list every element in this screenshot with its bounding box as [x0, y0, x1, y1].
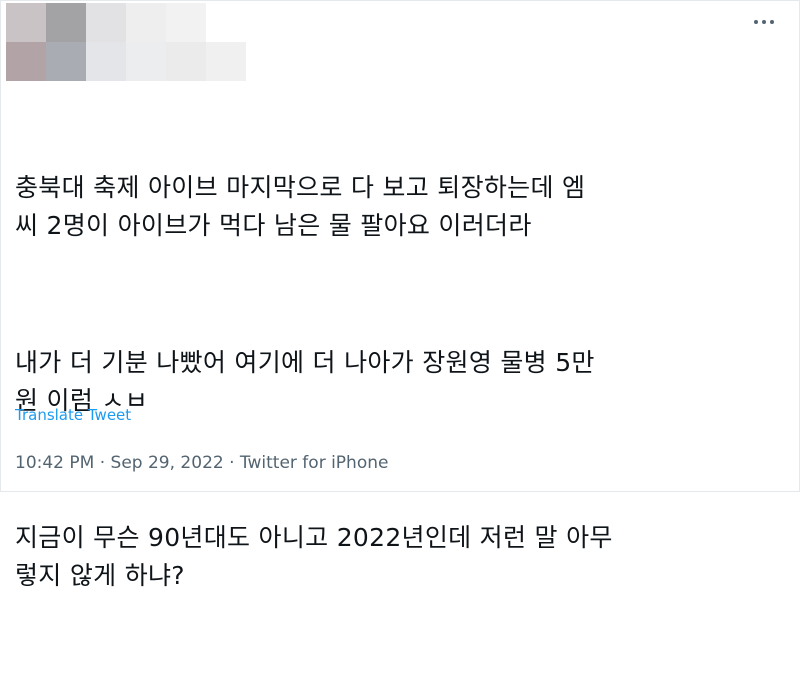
tweet-time[interactable]: 10:42 PM: [15, 453, 94, 473]
redacted-name-block: [166, 3, 206, 42]
meta-separator: ·: [229, 453, 240, 473]
tweet-paragraph: 지금이 무슨 90년대도 아니고 2022년인데 저런 말 아무 렇지 않게 하…: [15, 523, 613, 590]
meta-separator: ·: [99, 453, 111, 473]
redacted-name-block: [126, 3, 166, 42]
tweet-source: Twitter for iPhone: [239, 453, 389, 473]
ellipsis-icon: [754, 20, 774, 24]
redacted-name-block: [126, 42, 166, 81]
redacted-user-header: [6, 3, 246, 81]
redacted-name-block: [206, 42, 246, 81]
redacted-name-block: [166, 42, 206, 81]
redacted-avatar-block: [6, 3, 46, 42]
tweet-date[interactable]: Sep 29, 2022: [111, 453, 224, 473]
redacted-avatar-block: [46, 3, 86, 42]
tweet-text: 충북대 축제 아이브 마지막으로 다 보고 퇴장하는데 엠 씨 2명이 아이브가…: [15, 93, 785, 694]
redacted-name-block: [86, 42, 126, 81]
tweet-card: 충북대 축제 아이브 마지막으로 다 보고 퇴장하는데 엠 씨 2명이 아이브가…: [0, 0, 800, 590]
tweet-metadata: 10:42 PM · Sep 29, 2022 · Twitter for iP…: [15, 453, 388, 473]
redacted-avatar-block: [6, 42, 46, 81]
redacted-avatar-block: [46, 42, 86, 81]
translate-tweet-link[interactable]: Translate Tweet: [15, 406, 131, 424]
redacted-name-block: [86, 3, 126, 42]
more-options-button[interactable]: [751, 9, 777, 35]
tweet-paragraph: 충북대 축제 아이브 마지막으로 다 보고 퇴장하는데 엠 씨 2명이 아이브가…: [15, 173, 586, 240]
